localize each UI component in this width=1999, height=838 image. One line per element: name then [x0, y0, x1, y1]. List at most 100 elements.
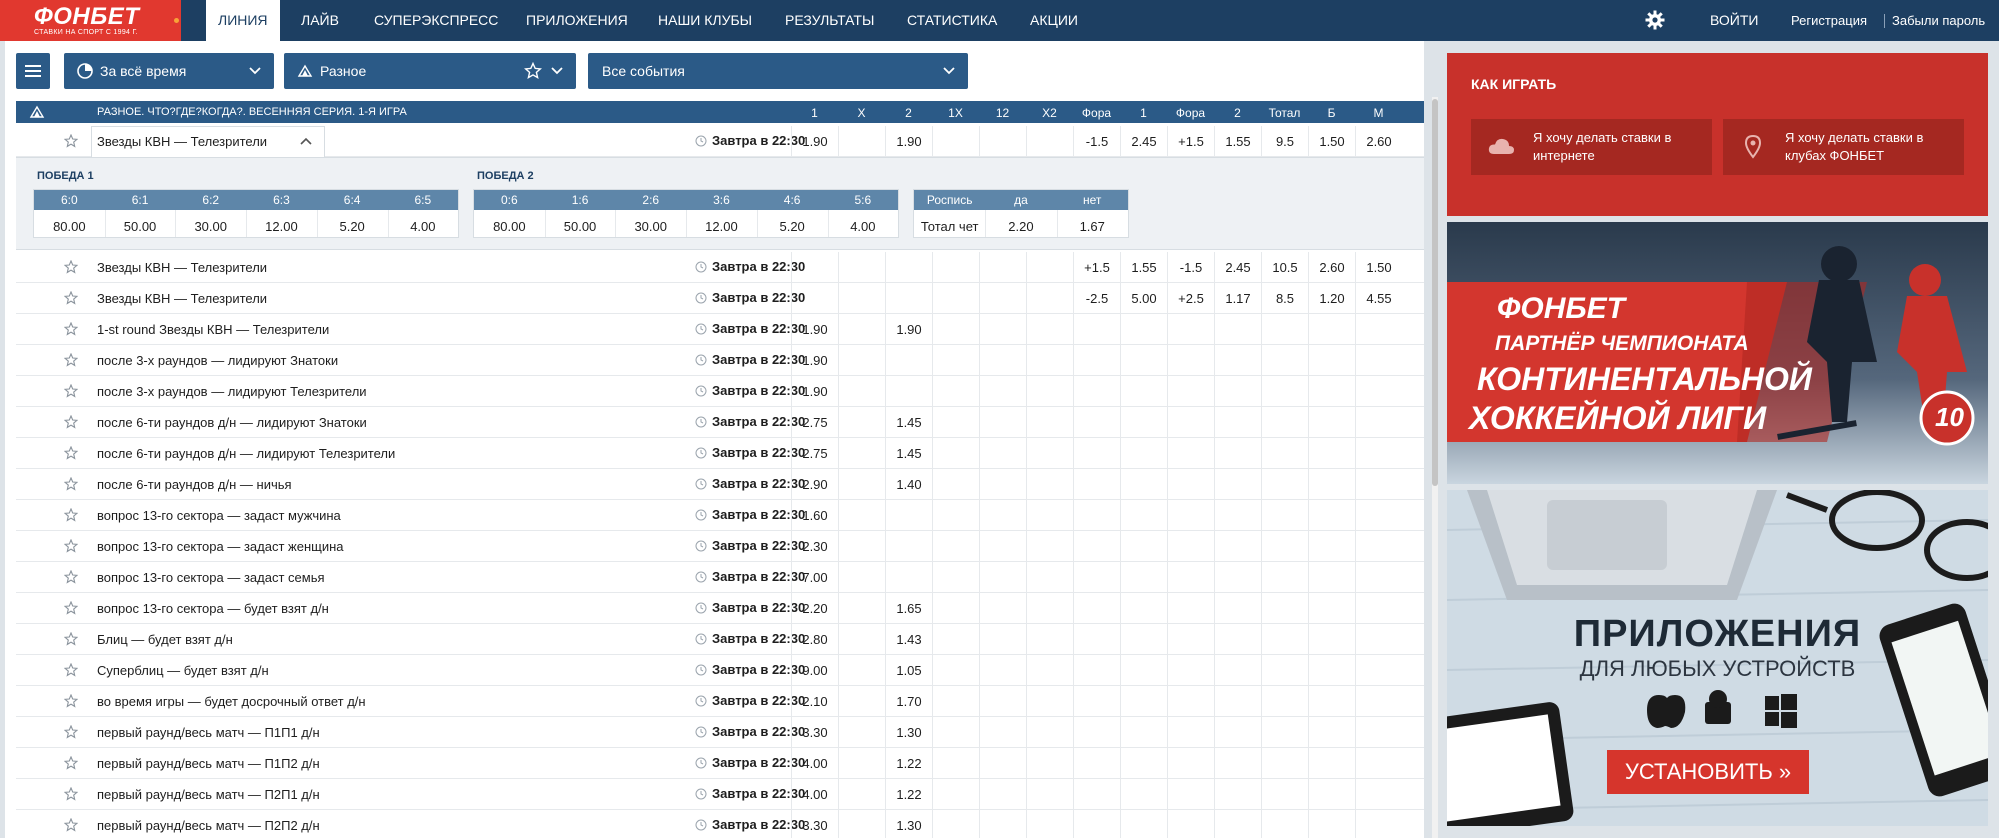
- star-icon[interactable]: [64, 353, 78, 367]
- star-icon[interactable]: [64, 756, 78, 770]
- odd-2-cell[interactable]: 1.22: [885, 779, 932, 810]
- total-under-cell[interactable]: 4.55: [1355, 283, 1402, 314]
- odd-1-cell[interactable]: 9.00: [791, 655, 838, 686]
- event-name[interactable]: Звезды КВН — Телезрители: [97, 260, 267, 275]
- total-under-cell[interactable]: 2.60: [1355, 126, 1402, 157]
- star-icon[interactable]: [64, 446, 78, 460]
- odd-1-cell[interactable]: 3.30: [791, 717, 838, 748]
- odd-2-cell[interactable]: 1.65: [885, 593, 932, 624]
- win2-odd[interactable]: 80.00: [474, 219, 545, 234]
- win2-odd[interactable]: 4.00: [828, 219, 899, 234]
- nav-tab-live[interactable]: ЛАЙВ: [301, 0, 339, 41]
- odd-2-cell[interactable]: 1.70: [885, 686, 932, 717]
- handicap-1-cell[interactable]: -1.5: [1073, 126, 1120, 157]
- odd-1-cell[interactable]: 2.90: [791, 469, 838, 500]
- handicap-1-cell[interactable]: -2.5: [1073, 283, 1120, 314]
- handicap-1-odd-cell[interactable]: 2.45: [1120, 126, 1167, 157]
- event-name[interactable]: после 6-ти раундов д/н — лидируют Телезр…: [97, 446, 395, 461]
- odd-1-cell[interactable]: 1.90: [791, 345, 838, 376]
- star-icon[interactable]: [64, 787, 78, 801]
- star-icon[interactable]: [64, 725, 78, 739]
- odd-2-cell[interactable]: 1.22: [885, 748, 932, 779]
- odd-2-cell[interactable]: 1.90: [885, 314, 932, 345]
- odd-1-cell[interactable]: 2.80: [791, 624, 838, 655]
- khl-partner-banner[interactable]: ФОНБЕТ ПАРТНЁР ЧЕМПИОНАТА КОНТИНЕНТАЛЬНО…: [1447, 222, 1988, 484]
- event-name[interactable]: после 6-ти раундов д/н — лидируют Знаток…: [97, 415, 367, 430]
- odd-1-cell[interactable]: 2.30: [791, 531, 838, 562]
- forgot-password-link[interactable]: Забыли пароль: [1892, 0, 1985, 41]
- handicap-1-odd-cell[interactable]: 5.00: [1120, 283, 1167, 314]
- odd-2-cell[interactable]: 1.40: [885, 469, 932, 500]
- odd-1-cell[interactable]: 1.90: [791, 126, 838, 157]
- win1-odd[interactable]: 30.00: [175, 219, 246, 234]
- bet-online-button[interactable]: Я хочу делать ставки в интернете: [1471, 119, 1712, 175]
- handicap-2-odd-cell[interactable]: 2.45: [1214, 252, 1261, 283]
- star-icon[interactable]: [64, 663, 78, 677]
- event-name[interactable]: вопрос 13-го сектора — задаст семья: [97, 570, 325, 585]
- nav-tab-superexpress[interactable]: СУПЕРЭКСПРЕСС: [374, 0, 498, 41]
- nav-tab-apps[interactable]: ПРИЛОЖЕНИЯ: [526, 0, 628, 41]
- win1-odd[interactable]: 50.00: [105, 219, 176, 234]
- odd-2-cell[interactable]: 1.45: [885, 438, 932, 469]
- fonbet-logo[interactable]: ФОНБЕТ СТАВКИ НА СПОРТ С 1994 Г.: [0, 0, 181, 41]
- star-icon[interactable]: [64, 477, 78, 491]
- time-filter-dropdown[interactable]: За всё время: [64, 53, 274, 89]
- star-icon[interactable]: [64, 632, 78, 646]
- event-name[interactable]: первый раунд/весь матч — П1П1 д/н: [97, 725, 320, 740]
- star-icon[interactable]: [64, 818, 78, 832]
- nav-tab-line[interactable]: ЛИНИЯ: [206, 0, 280, 41]
- win1-odd[interactable]: 12.00: [246, 219, 317, 234]
- star-icon[interactable]: [64, 322, 78, 336]
- extra-odd[interactable]: 2.20: [985, 219, 1056, 234]
- handicap-2-cell[interactable]: +1.5: [1167, 126, 1214, 157]
- odd-2-cell[interactable]: 1.30: [885, 717, 932, 748]
- event-name[interactable]: первый раунд/весь матч — П2П2 д/н: [97, 818, 320, 833]
- total-over-cell[interactable]: 1.50: [1308, 126, 1355, 157]
- odd-1-cell[interactable]: 2.20: [791, 593, 838, 624]
- event-name[interactable]: первый раунд/весь матч — П2П1 д/н: [97, 787, 320, 802]
- nav-tab-clubs[interactable]: НАШИ КЛУБЫ: [658, 0, 752, 41]
- event-name[interactable]: Звезды КВН — Телезрители: [97, 134, 267, 149]
- odd-1-cell[interactable]: 7.00: [791, 562, 838, 593]
- handicap-1-cell[interactable]: +1.5: [1073, 252, 1120, 283]
- event-name[interactable]: во время игры — будет досрочный ответ д/…: [97, 694, 366, 709]
- favorite-star-icon[interactable]: [524, 62, 542, 80]
- event-name[interactable]: вопрос 13-го сектора — будет взят д/н: [97, 601, 329, 616]
- events-filter-dropdown[interactable]: Все события: [588, 53, 968, 89]
- extra-odd[interactable]: 1.67: [1057, 219, 1128, 234]
- star-icon[interactable]: [64, 415, 78, 429]
- event-name[interactable]: Звезды КВН — Телезрители: [97, 291, 267, 306]
- odd-1-cell[interactable]: 1.60: [791, 500, 838, 531]
- event-name[interactable]: Блиц — будет взят д/н: [97, 632, 233, 647]
- handicap-2-cell[interactable]: +2.5: [1167, 283, 1214, 314]
- event-name[interactable]: первый раунд/весь матч — П1П2 д/н: [97, 756, 320, 771]
- win2-odd[interactable]: 30.00: [615, 219, 686, 234]
- win2-odd[interactable]: 5.20: [757, 219, 828, 234]
- nav-tab-results[interactable]: РЕЗУЛЬТАТЫ: [785, 0, 874, 41]
- odd-1-cell[interactable]: 1.90: [791, 314, 838, 345]
- odd-1-cell[interactable]: 2.75: [791, 407, 838, 438]
- odd-1-cell[interactable]: 1.90: [791, 376, 838, 407]
- odd-1-cell[interactable]: 4.00: [791, 779, 838, 810]
- table-scrollbar-thumb[interactable]: [1432, 99, 1438, 486]
- event-name[interactable]: 1-st round Звезды КВН — Телезрители: [97, 322, 329, 337]
- odd-2-cell[interactable]: 1.45: [885, 407, 932, 438]
- total-cell[interactable]: 9.5: [1261, 126, 1308, 157]
- event-name[interactable]: после 3-х раундов — лидируют Телезрители: [97, 384, 367, 399]
- odd-2-cell[interactable]: 1.90: [885, 126, 932, 157]
- odd-1-cell[interactable]: 2.75: [791, 438, 838, 469]
- odd-1-cell[interactable]: 2.10: [791, 686, 838, 717]
- win2-odd[interactable]: 12.00: [686, 219, 757, 234]
- login-link[interactable]: ВОЙТИ: [1710, 0, 1758, 41]
- star-icon[interactable]: [64, 601, 78, 615]
- odd-2-cell[interactable]: 1.30: [885, 810, 932, 838]
- total-over-cell[interactable]: 2.60: [1308, 252, 1355, 283]
- chevron-up-icon[interactable]: [300, 136, 312, 146]
- install-app-button[interactable]: УСТАНОВИТЬ »: [1607, 750, 1809, 794]
- handicap-2-odd-cell[interactable]: 1.17: [1214, 283, 1261, 314]
- bet-in-clubs-button[interactable]: Я хочу делать ставки в клубах ФОНБЕТ: [1723, 119, 1964, 175]
- event-name[interactable]: Суперблиц — будет взят д/н: [97, 663, 269, 678]
- apps-banner[interactable]: ПРИЛОЖЕНИЯ ДЛЯ ЛЮБЫХ УСТРОЙСТВ УСТАНОВИТ…: [1447, 490, 1988, 826]
- star-icon[interactable]: [64, 539, 78, 553]
- star-icon[interactable]: [64, 694, 78, 708]
